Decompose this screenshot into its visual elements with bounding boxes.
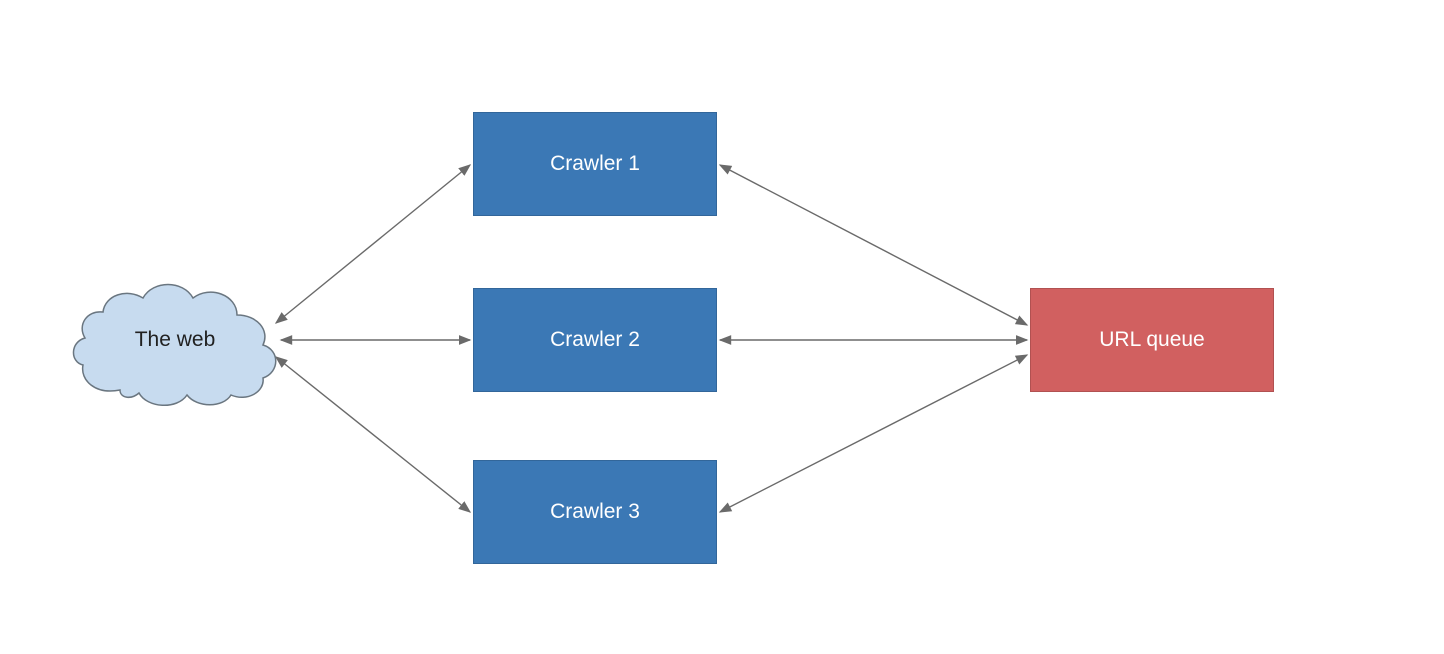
node-web: The web	[65, 270, 285, 410]
diagram-canvas: The web Crawler 1 Crawler 2 Crawler 3 UR…	[0, 0, 1444, 654]
edge-crawler1-queue	[720, 165, 1027, 325]
node-crawler3: Crawler 3	[473, 460, 717, 564]
node-url-queue-label: URL queue	[1099, 328, 1204, 352]
edge-web-crawler1	[276, 165, 470, 323]
node-crawler2-label: Crawler 2	[550, 328, 640, 352]
node-crawler2: Crawler 2	[473, 288, 717, 392]
edge-crawler3-queue	[720, 355, 1027, 512]
edge-web-crawler3	[276, 357, 470, 512]
node-web-label: The web	[135, 328, 216, 352]
node-crawler1-label: Crawler 1	[550, 152, 640, 176]
node-url-queue: URL queue	[1030, 288, 1274, 392]
node-crawler3-label: Crawler 3	[550, 500, 640, 524]
node-crawler1: Crawler 1	[473, 112, 717, 216]
